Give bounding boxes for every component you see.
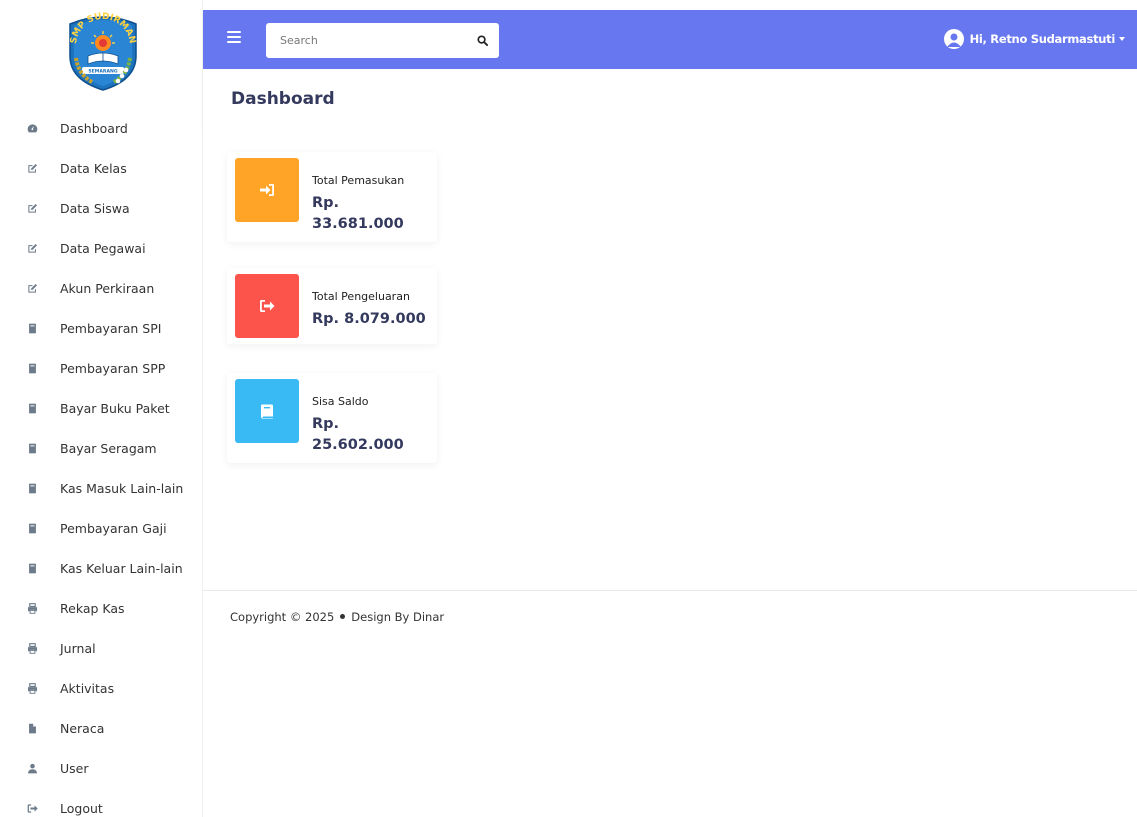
sidebar-item-bayar-seragam[interactable]: Bayar Seragam — [0, 428, 203, 468]
print-icon — [25, 681, 39, 695]
stat-label: Total Pengeluaran — [312, 290, 410, 303]
book-icon — [25, 361, 39, 375]
stat-card-text: Sisa Saldo Rp. 25.602.000 — [312, 395, 432, 456]
book-icon — [25, 441, 39, 455]
sidebar-item-label: User — [60, 760, 89, 776]
book-icon — [25, 481, 39, 495]
sidebar-item-akun-perkiraan[interactable]: Akun Perkiraan — [0, 268, 203, 308]
stat-value: Rp. 8.079.000 — [312, 311, 426, 327]
stat-card-sisa-saldo: Sisa Saldo Rp. 25.602.000 — [227, 373, 437, 463]
sidebar-item-label: Logout — [60, 800, 103, 816]
sidebar-item-label: Pembayaran Gaji — [60, 520, 167, 536]
bullet-separator — [340, 614, 346, 619]
sidebar-item-user[interactable]: User — [0, 748, 203, 788]
user-dropdown[interactable]: Hi, Retno Sudarmastuti — [943, 27, 1125, 51]
sidebar-item-pembayaran-spi[interactable]: Pembayaran SPI — [0, 308, 203, 348]
book-icon — [25, 401, 39, 415]
sidebar-item-label: Rekap Kas — [60, 600, 125, 616]
copyright-text: Copyright © 2025 — [230, 610, 335, 624]
book-icon — [235, 379, 299, 443]
sidebar-item-label: Pembayaran SPI — [60, 320, 162, 336]
edit-icon — [25, 161, 39, 175]
sidebar-item-data-siswa[interactable]: Data Siswa — [0, 188, 203, 228]
sidebar-menu: Dashboard Data Kelas Data Siswa Data Pegawa… — [0, 108, 203, 817]
sidebar-item-label: Akun Perkiraan — [60, 280, 155, 296]
sidebar-item-label: Bayar Seragam — [60, 440, 157, 456]
sidebar-item-aktivitas[interactable]: Aktivitas — [0, 668, 203, 708]
footer: Copyright © 2025 Design By Dinar — [203, 590, 1137, 650]
sign-in-icon — [235, 158, 299, 222]
sidebar-item-kas-keluar-lain-lain[interactable]: Kas Keluar Lain-lain — [0, 548, 203, 588]
stat-card-total-pengeluaran: Total Pengeluaran Rp. 8.079.000 — [227, 268, 437, 344]
caret-down-icon — [1119, 37, 1125, 41]
stat-card-total-pemasukan: Total Pemasukan Rp. 33.681.000 — [227, 152, 437, 242]
sidebar-item-label: Neraca — [60, 720, 105, 736]
svg-text:SEMARANG: SEMARANG — [88, 69, 118, 75]
user-name: Hi, Retno Sudarmastuti — [969, 32, 1116, 46]
sidebar-item-dashboard[interactable]: Dashboard — [0, 108, 203, 148]
search-icon[interactable] — [475, 33, 489, 47]
sidebar-item-label: Jurnal — [60, 640, 96, 656]
stat-label: Sisa Saldo — [312, 395, 369, 408]
hamburger-menu-icon[interactable] — [227, 31, 241, 43]
sidebar-item-label: Bayar Buku Paket — [60, 400, 170, 416]
stat-label: Total Pemasukan — [312, 174, 405, 187]
sidebar-item-pembayaran-spp[interactable]: Pembayaran SPP — [0, 348, 203, 388]
sidebar-item-label: Data Kelas — [60, 160, 127, 176]
book-icon — [25, 561, 39, 575]
sidebar-item-logout[interactable]: Logout — [0, 788, 203, 817]
sidebar: SMP SUDIRMAN SEMARANG Dashboard Data Kela… — [0, 0, 203, 817]
sidebar-item-pembayaran-gaji[interactable]: Pembayaran Gaji — [0, 508, 203, 548]
stat-value: Rp. 25.602.000 — [312, 416, 404, 453]
design-credit: Design By Dinar — [351, 610, 445, 624]
sidebar-item-label: Kas Masuk Lain-lain — [60, 480, 184, 496]
file-icon — [25, 721, 39, 735]
sidebar-item-jurnal[interactable]: Jurnal — [0, 628, 203, 668]
sidebar-item-bayar-buku-paket[interactable]: Bayar Buku Paket — [0, 388, 203, 428]
page-title: Dashboard — [231, 89, 335, 109]
sidebar-item-label: Data Siswa — [60, 200, 130, 216]
book-icon — [25, 321, 39, 335]
sidebar-item-label: Pembayaran SPP — [60, 360, 166, 376]
school-logo-image: SMP SUDIRMAN SEMARANG — [69, 12, 137, 91]
school-logo[interactable]: SMP SUDIRMAN SEMARANG — [62, 10, 144, 92]
search-form — [266, 23, 499, 58]
stat-value: Rp. 33.681.000 — [312, 195, 404, 232]
dashboard-icon — [25, 121, 39, 135]
user-icon — [25, 761, 39, 775]
edit-icon — [25, 281, 39, 295]
avatar-icon — [943, 29, 964, 49]
footer-text: Copyright © 2025 Design By Dinar — [230, 610, 444, 624]
print-icon — [25, 601, 39, 615]
stat-card-text: Total Pemasukan Rp. 33.681.000 — [312, 174, 432, 235]
stat-card-text: Total Pengeluaran Rp. 8.079.000 — [312, 290, 432, 330]
print-icon — [25, 641, 39, 655]
sidebar-item-label: Data Pegawai — [60, 240, 146, 256]
top-navbar: Hi, Retno Sudarmastuti — [203, 10, 1137, 69]
logout-icon — [25, 801, 39, 815]
book-icon — [25, 521, 39, 535]
page-header: Dashboard — [203, 69, 1137, 127]
sidebar-item-label: Kas Keluar Lain-lain — [60, 560, 183, 576]
search-input[interactable] — [266, 23, 466, 58]
edit-icon — [25, 241, 39, 255]
sign-out-icon — [235, 274, 299, 338]
sidebar-item-label: Aktivitas — [60, 680, 115, 696]
sidebar-item-rekap-kas[interactable]: Rekap Kas — [0, 588, 203, 628]
sidebar-item-data-pegawai[interactable]: Data Pegawai — [0, 228, 203, 268]
sidebar-item-data-kelas[interactable]: Data Kelas — [0, 148, 203, 188]
sidebar-item-neraca[interactable]: Neraca — [0, 708, 203, 748]
sidebar-item-label: Dashboard — [60, 120, 128, 136]
edit-icon — [25, 201, 39, 215]
sidebar-item-kas-masuk-lain-lain[interactable]: Kas Masuk Lain-lain — [0, 468, 203, 508]
